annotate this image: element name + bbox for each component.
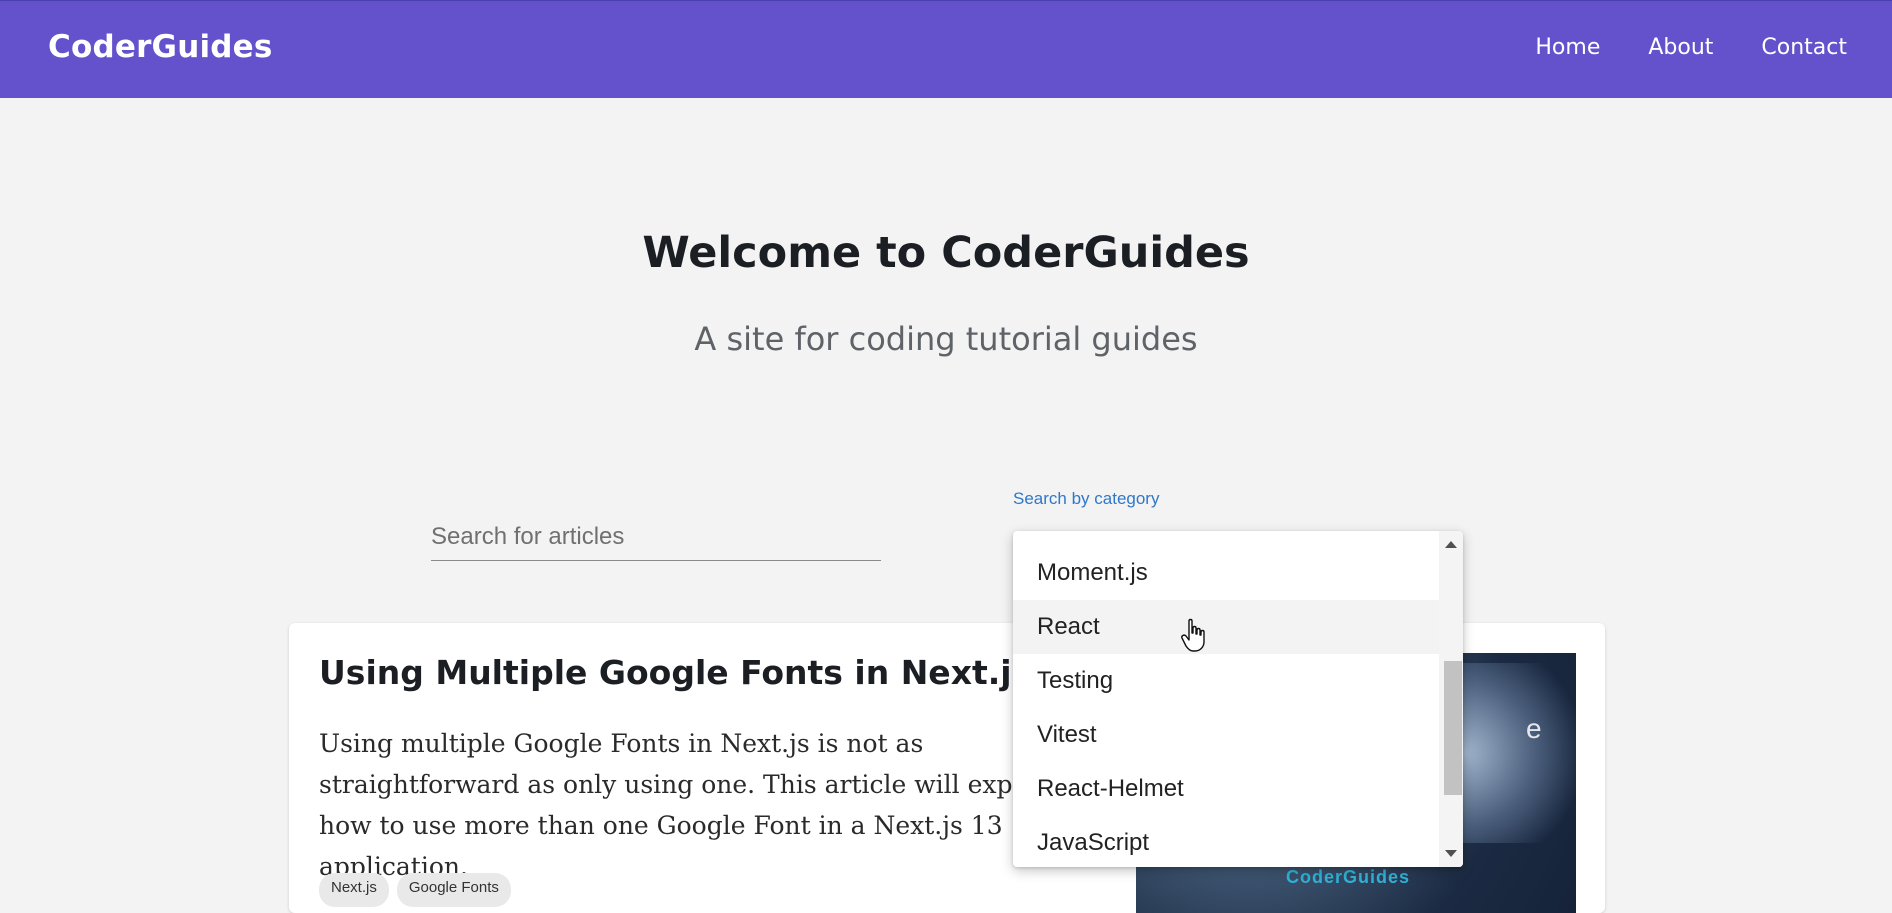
nav-link-home[interactable]: Home <box>1535 35 1600 60</box>
hand-cursor-icon <box>1181 618 1205 652</box>
tag-chip[interactable]: Next.js <box>319 873 389 907</box>
search-input[interactable] <box>431 515 881 559</box>
page-subtitle: A site for coding tutorial guides <box>694 320 1198 358</box>
category-option-vitest[interactable]: Vitest <box>1013 708 1439 762</box>
scroll-up-arrow-icon[interactable] <box>1445 541 1457 548</box>
top-navigation-bar: CoderGuides Home About Contact <box>0 0 1892 98</box>
main-nav: Home About Contact <box>1535 35 1847 60</box>
category-dropdown-list: Moment.js React Testing Vitest React-Hel… <box>1013 531 1463 867</box>
scroll-down-arrow-icon[interactable] <box>1445 850 1457 857</box>
thumbnail-partial-text: e <box>1526 713 1542 744</box>
category-select-label: Search by category <box>1013 489 1160 508</box>
category-option-react-helmet[interactable]: React-Helmet <box>1013 762 1439 816</box>
thumbnail-brand-text: CoderGuides <box>1286 867 1411 887</box>
page-title: Welcome to CoderGuides <box>642 228 1250 278</box>
article-tags: Next.js Google Fonts <box>319 873 511 907</box>
nav-link-about[interactable]: About <box>1648 35 1713 60</box>
category-option-javascript[interactable]: JavaScript <box>1013 816 1439 867</box>
category-option-react[interactable]: React <box>1013 600 1439 654</box>
dropdown-scrollbar[interactable] <box>1439 531 1463 867</box>
article-title[interactable]: Using Multiple Google Fonts in Next.js 1… <box>319 653 1089 692</box>
article-description: Using multiple Google Fonts in Next.js i… <box>319 729 1060 881</box>
category-options: Moment.js React Testing Vitest React-Hel… <box>1013 531 1439 867</box>
nav-link-contact[interactable]: Contact <box>1761 35 1847 60</box>
search-field <box>431 515 881 561</box>
scrollbar-thumb[interactable] <box>1444 661 1462 795</box>
tag-chip[interactable]: Google Fonts <box>396 873 511 907</box>
brand-logo-text[interactable]: CoderGuides <box>48 29 273 65</box>
category-option-momentjs[interactable]: Moment.js <box>1013 546 1439 600</box>
category-option-testing[interactable]: Testing <box>1013 654 1439 708</box>
